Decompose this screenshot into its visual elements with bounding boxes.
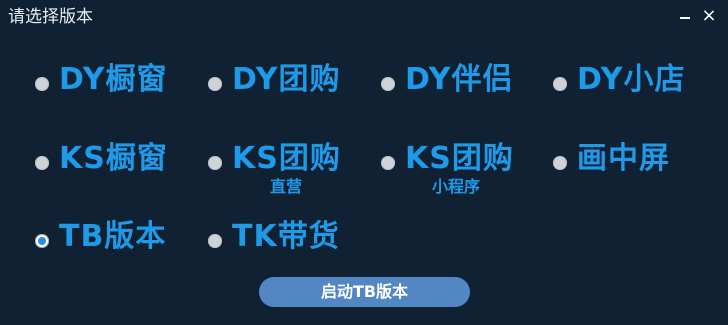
option-label: 画中屏 (577, 141, 670, 176)
radio-ks-groupbuy-miniprogram[interactable] (381, 156, 395, 170)
option-label: DY小店 (577, 62, 686, 97)
option-dy-groupbuy[interactable]: DY团购 (208, 62, 373, 128)
option-label: KS团购 (405, 141, 514, 176)
minimize-button[interactable] (675, 4, 697, 28)
option-label: TB版本 (59, 219, 167, 254)
close-button[interactable]: × (698, 4, 720, 28)
radio-picture-in-picture[interactable] (553, 156, 567, 170)
radio-tk-sales[interactable] (208, 234, 222, 248)
radio-ks-groupbuy-direct[interactable] (208, 156, 222, 170)
option-label: DY橱窗 (59, 62, 168, 97)
option-ks-groupbuy-miniprogram[interactable]: KS团购 小程序 (381, 141, 546, 207)
radio-dy-showcase[interactable] (35, 77, 49, 91)
option-label: DY团购 (232, 62, 341, 97)
radio-ks-showcase[interactable] (35, 156, 49, 170)
title-bar: 请选择版本 × (0, 0, 728, 34)
option-dy-showcase[interactable]: DY橱窗 (35, 62, 200, 128)
option-picture-in-picture[interactable]: 画中屏 (553, 141, 718, 207)
option-label: KS橱窗 (59, 141, 168, 176)
option-tk-sales[interactable]: TK带货 (208, 219, 373, 285)
option-label: DY伴侣 (405, 62, 514, 97)
minimize-icon (680, 17, 690, 19)
radio-dy-groupbuy[interactable] (208, 77, 222, 91)
option-sublabel: 直营 (270, 177, 303, 196)
option-label: KS团购 (232, 141, 341, 176)
close-icon: × (701, 5, 717, 26)
option-ks-groupbuy-direct[interactable]: KS团购 直营 (208, 141, 373, 207)
option-tb-version[interactable]: TB版本 (35, 219, 200, 285)
option-dy-shop[interactable]: DY小店 (553, 62, 718, 128)
radio-tb-version[interactable] (35, 234, 49, 248)
radio-dy-companion[interactable] (381, 77, 395, 91)
start-button[interactable]: 启动TB版本 (259, 277, 470, 307)
option-label: TK带货 (232, 219, 340, 254)
option-ks-showcase[interactable]: KS橱窗 (35, 141, 200, 207)
option-sublabel: 小程序 (432, 177, 481, 196)
radio-dy-shop[interactable] (553, 77, 567, 91)
option-dy-companion[interactable]: DY伴侣 (381, 62, 546, 128)
window-title: 请选择版本 (8, 7, 93, 27)
